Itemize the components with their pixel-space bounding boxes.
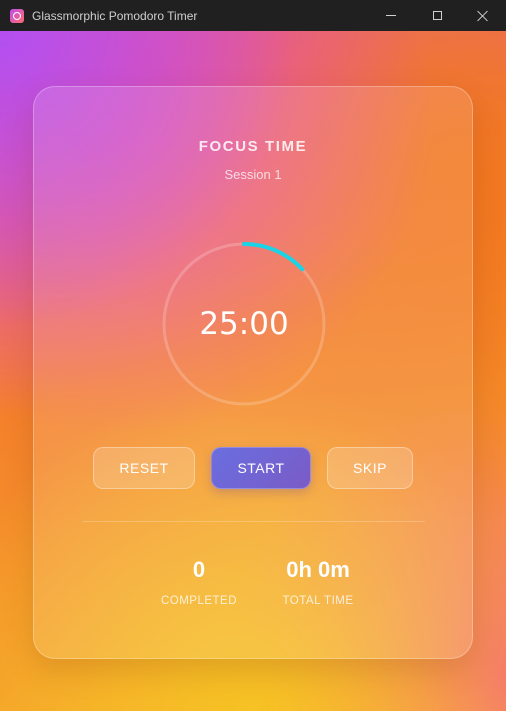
completed-count: 0 bbox=[192, 557, 206, 582]
maximize-icon bbox=[432, 11, 442, 20]
completed-label: COMPLETED bbox=[160, 595, 238, 607]
title-bar: Glassmorphic Pomodoro Timer bbox=[0, 0, 506, 31]
maximize-button[interactable] bbox=[414, 0, 460, 31]
close-button[interactable] bbox=[460, 0, 506, 31]
skip-button[interactable]: SKIP bbox=[327, 447, 413, 489]
window-controls bbox=[368, 0, 506, 31]
minimize-button[interactable] bbox=[368, 0, 414, 31]
reset-button[interactable]: RESET bbox=[93, 447, 195, 489]
mode-label: FOCUS TIME bbox=[198, 138, 308, 155]
minimize-icon bbox=[386, 15, 396, 16]
stats-divider bbox=[82, 521, 425, 522]
close-icon bbox=[477, 10, 489, 22]
total-time-label: TOTAL TIME bbox=[282, 595, 354, 607]
timer-app-icon bbox=[10, 8, 24, 23]
app-window: Glassmorphic Pomodoro Timer FOCUS TIME S… bbox=[0, 0, 506, 711]
total-time-value: 0h 0m bbox=[286, 557, 350, 582]
start-button[interactable]: START bbox=[211, 447, 311, 489]
progress-ring: 25:00 bbox=[161, 241, 327, 407]
timer-card: FOCUS TIME Session 1 25:00 RESET START S… bbox=[33, 86, 473, 659]
completed-stat: 0 COMPLETED bbox=[152, 557, 246, 607]
session-label: Session 1 bbox=[224, 167, 282, 182]
time-display: 25:00 bbox=[199, 306, 289, 342]
total-time-stat: 0h 0m TOTAL TIME bbox=[267, 557, 369, 607]
app-background: FOCUS TIME Session 1 25:00 RESET START S… bbox=[0, 31, 506, 711]
window-title: Glassmorphic Pomodoro Timer bbox=[32, 8, 198, 23]
